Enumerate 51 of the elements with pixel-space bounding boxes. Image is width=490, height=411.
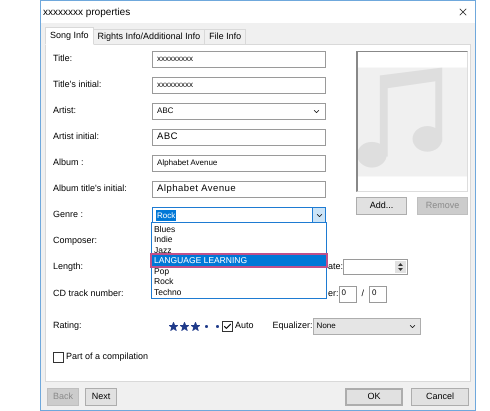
field-label: Album title's initial: <box>53 182 128 196</box>
list-item[interactable]: Rock <box>152 276 326 287</box>
window-title: xxxxxxxx properties <box>43 6 130 20</box>
field-label: Composer: <box>53 234 98 248</box>
list-item[interactable]: Indie <box>152 234 326 245</box>
checkbox-label: Part of a compilation <box>66 350 148 364</box>
field-label: Title: <box>53 52 74 66</box>
spinner-icon[interactable] <box>395 261 406 273</box>
list-item[interactable]: Jazz <box>152 244 326 256</box>
star-icon <box>169 322 178 330</box>
text-field[interactable]: Alphabet Avenue <box>152 154 326 172</box>
dropdown[interactable]: None <box>312 318 421 334</box>
field-label: Artist: <box>53 104 78 118</box>
star-icon <box>180 322 189 330</box>
checkbox[interactable] <box>222 320 233 332</box>
checkbox-label: Auto <box>235 319 254 332</box>
tab[interactable]: Song Info <box>45 27 94 45</box>
field-label: Title's initial: <box>53 78 102 92</box>
button[interactable]: Next <box>85 388 117 406</box>
field-label: CD track number: <box>53 287 125 300</box>
text-field[interactable]: ABC <box>152 128 326 146</box>
field-label: Genre : <box>53 208 84 222</box>
field-label: er: <box>328 287 339 300</box>
number-field[interactable]: 0 <box>369 286 388 302</box>
number-field[interactable]: 0 <box>338 286 357 302</box>
combo-field[interactable]: Rock <box>152 206 326 224</box>
field-label: ate: <box>328 260 344 274</box>
list-item[interactable]: Blues <box>152 224 326 234</box>
field-label: Length: <box>53 260 84 274</box>
list-item[interactable]: Techno <box>152 286 326 297</box>
field-label: Rating: <box>53 319 83 332</box>
button[interactable]: Cancel <box>411 388 469 406</box>
music-note-icon <box>358 66 467 176</box>
text-field[interactable]: xxxxxxxxx <box>152 76 326 94</box>
separator-text: / <box>362 287 364 300</box>
list-item[interactable]: Pop <box>152 266 326 276</box>
text-field[interactable]: xxxxxxxxx <box>152 50 326 68</box>
text-field[interactable]: Alphabet Avenue <box>152 180 326 198</box>
field-label: Album : <box>53 156 85 170</box>
tab[interactable]: File Info <box>204 29 246 45</box>
dropdown[interactable]: ABC <box>152 102 326 120</box>
star-icon <box>191 322 200 330</box>
field-label: Equalizer: <box>272 319 313 332</box>
button[interactable]: Add... <box>356 197 407 215</box>
date-field[interactable] <box>343 259 408 275</box>
button[interactable]: OK <box>345 388 403 406</box>
close-icon[interactable] <box>457 6 469 18</box>
field-label: Artist initial: <box>53 130 100 144</box>
checkbox[interactable] <box>53 352 64 362</box>
list-item[interactable]: LANGUAGE LEARNING <box>152 255 326 266</box>
dropdown-arrow-button[interactable] <box>312 208 325 222</box>
